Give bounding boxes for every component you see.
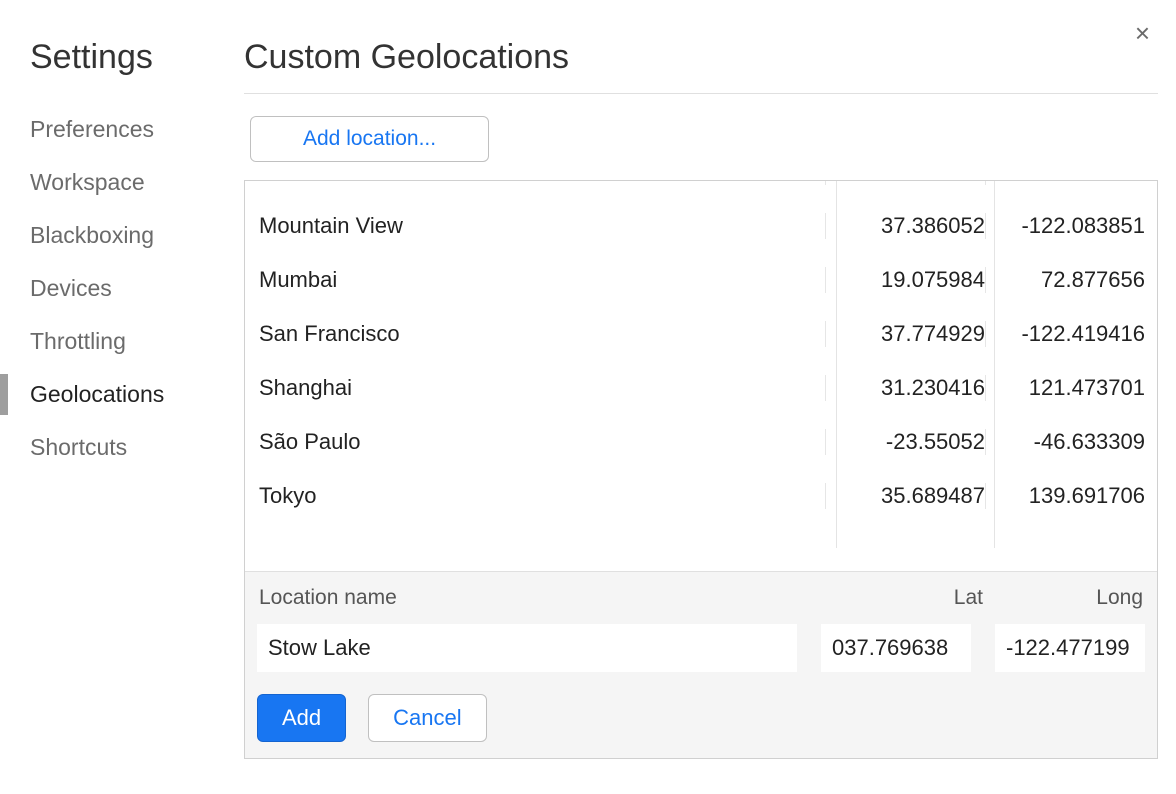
close-icon[interactable]: × — [1135, 18, 1150, 49]
cell-location-name: Mountain View — [259, 213, 825, 239]
settings-sidebar: Settings Preferences Workspace Blackboxi… — [0, 38, 218, 759]
cell-latitude: 19.075984 — [825, 267, 985, 293]
cell-location-name: Tokyo — [259, 483, 825, 509]
cell-latitude: 37.774929 — [825, 321, 985, 347]
sidebar-item-label: Workspace — [30, 169, 145, 195]
sidebar-item-geolocations[interactable]: Geolocations — [30, 368, 218, 421]
cell-location-name: San Francisco — [259, 321, 825, 347]
location-name-input[interactable] — [257, 624, 797, 672]
cell-location-name: Moscow — [259, 181, 825, 185]
cell-location-name: São Paulo — [259, 429, 825, 455]
cell-latitude: -23.55052 — [825, 429, 985, 455]
sidebar-item-workspace[interactable]: Workspace — [30, 156, 218, 209]
new-location-editor: Location name Lat Long Add Cancel — [245, 571, 1157, 758]
sidebar-item-throttling[interactable]: Throttling — [30, 315, 218, 368]
locations-table: Moscow 55.755826 37.6173 Mountain View 3… — [244, 180, 1158, 759]
sidebar-item-label: Shortcuts — [30, 434, 127, 460]
column-header-name: Location name — [259, 586, 823, 610]
cell-location-name: Mumbai — [259, 267, 825, 293]
latitude-input[interactable] — [821, 624, 971, 672]
table-row[interactable]: Mountain View 37.386052 -122.083851 — [245, 199, 1157, 253]
longitude-input[interactable] — [995, 624, 1145, 672]
cell-longitude: 72.877656 — [985, 267, 1145, 293]
sidebar-item-preferences[interactable]: Preferences — [30, 103, 218, 156]
cell-latitude: 37.386052 — [825, 213, 985, 239]
sidebar-item-label: Blackboxing — [30, 222, 154, 248]
table-row[interactable]: Shanghai 31.230416 121.473701 — [245, 361, 1157, 415]
page-title: Custom Geolocations — [244, 38, 1158, 94]
sidebar-item-devices[interactable]: Devices — [30, 262, 218, 315]
sidebar-list: Preferences Workspace Blackboxing Device… — [30, 103, 218, 474]
add-button[interactable]: Add — [257, 694, 346, 742]
cell-longitude: -122.083851 — [985, 213, 1145, 239]
table-row[interactable]: Mumbai 19.075984 72.877656 — [245, 253, 1157, 307]
table-row[interactable]: Tokyo 35.689487 139.691706 — [245, 469, 1157, 523]
sidebar-item-label: Devices — [30, 275, 112, 301]
cell-latitude: 55.755826 — [825, 181, 985, 185]
cell-longitude: -46.633309 — [985, 429, 1145, 455]
cell-longitude: -122.419416 — [985, 321, 1145, 347]
sidebar-item-label: Preferences — [30, 116, 154, 142]
add-location-button[interactable]: Add location... — [250, 116, 489, 162]
table-row[interactable]: San Francisco 37.774929 -122.419416 — [245, 307, 1157, 361]
settings-title: Settings — [30, 38, 218, 77]
table-row[interactable]: Moscow 55.755826 37.6173 — [245, 181, 1157, 199]
cell-latitude: 31.230416 — [825, 375, 985, 401]
sidebar-item-shortcuts[interactable]: Shortcuts — [30, 421, 218, 474]
cell-location-name: Shanghai — [259, 375, 825, 401]
column-header-long: Long — [983, 586, 1143, 610]
sidebar-item-label: Throttling — [30, 328, 126, 354]
cell-longitude: 121.473701 — [985, 375, 1145, 401]
locations-viewport[interactable]: Moscow 55.755826 37.6173 Mountain View 3… — [245, 181, 1157, 571]
cell-longitude: 37.6173 — [985, 181, 1145, 185]
main-panel: Custom Geolocations Add location... Mosc… — [218, 38, 1158, 759]
cell-latitude: 35.689487 — [825, 483, 985, 509]
cell-longitude: 139.691706 — [985, 483, 1145, 509]
sidebar-item-label: Geolocations — [30, 381, 164, 407]
column-header-lat: Lat — [823, 586, 983, 610]
cancel-button[interactable]: Cancel — [368, 694, 486, 742]
sidebar-item-blackboxing[interactable]: Blackboxing — [30, 209, 218, 262]
table-row[interactable]: São Paulo -23.55052 -46.633309 — [245, 415, 1157, 469]
